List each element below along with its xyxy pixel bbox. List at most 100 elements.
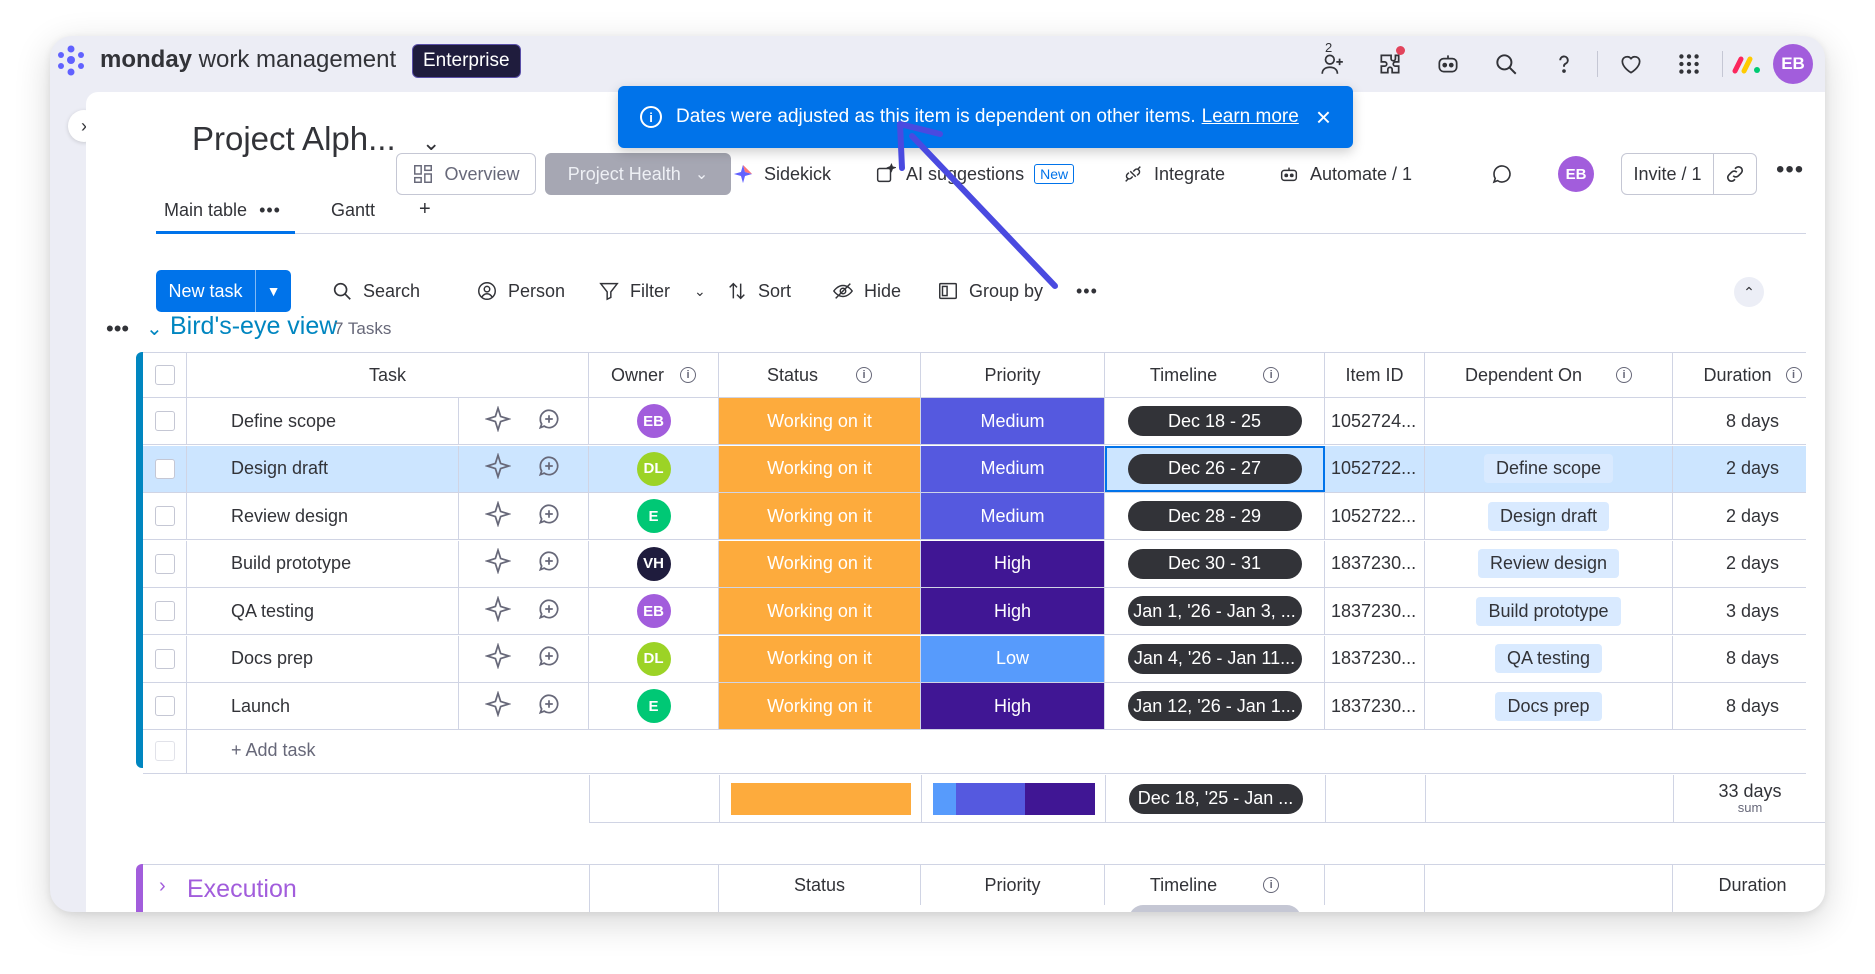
ai-sparkle-icon[interactable] [483, 642, 512, 674]
search-button[interactable]: Search [331, 270, 420, 312]
timeline-cell[interactable]: Jan 4, '26 - Jan 11... [1105, 635, 1325, 682]
add-update-icon[interactable] [536, 406, 562, 437]
comments-button[interactable] [1490, 153, 1514, 195]
column-header-dependent-on[interactable]: Dependent On i [1425, 353, 1673, 397]
row-checkbox[interactable] [154, 458, 175, 479]
chevron-right-icon[interactable]: › [159, 875, 166, 898]
status-cell[interactable]: Working on it [719, 398, 921, 444]
execution-column-status[interactable]: Status [719, 865, 921, 905]
column-header-status[interactable]: Status i [719, 353, 921, 397]
info-icon[interactable]: i [856, 367, 873, 383]
select-all-checkbox[interactable] [154, 365, 175, 385]
table-row[interactable]: Build prototype VH Working on it High De… [143, 540, 1806, 588]
group-title[interactable]: Bird's-eye view [170, 312, 337, 341]
row-checkbox[interactable] [154, 506, 175, 526]
owner-cell[interactable]: E [589, 683, 719, 729]
monday-logo-icon[interactable] [53, 43, 89, 79]
ai-sparkle-icon[interactable] [483, 499, 512, 532]
priority-cell[interactable]: Medium [921, 493, 1105, 539]
owner-cell[interactable]: EB [589, 398, 719, 444]
task-name[interactable]: Review design [187, 493, 459, 539]
priority-cell[interactable]: Low [921, 635, 1105, 682]
group-title[interactable]: Execution [187, 875, 297, 904]
close-icon[interactable]: × [1316, 102, 1331, 133]
task-name[interactable]: Design draft [187, 445, 459, 492]
table-row[interactable]: Review design E Working on it Medium Dec… [143, 493, 1806, 540]
page-title[interactable]: Project Alph... [192, 120, 396, 158]
group-by-button[interactable]: Group by [937, 270, 1043, 312]
sort-button[interactable]: Sort [726, 270, 791, 312]
row-checkbox[interactable] [154, 553, 175, 574]
column-header-priority[interactable]: Priority [921, 353, 1105, 397]
info-icon[interactable]: i [1616, 367, 1633, 383]
status-cell[interactable]: Working on it [719, 588, 921, 634]
task-name[interactable]: Build prototype [187, 540, 459, 587]
automate-button[interactable]: Automate / 1 [1278, 153, 1412, 195]
status-cell[interactable]: Working on it [719, 445, 921, 492]
column-header-owner[interactable]: Owner i [589, 353, 719, 397]
table-row[interactable]: QA testing EB Working on it High Jan 1, … [143, 588, 1806, 635]
owner-cell[interactable]: EB [589, 588, 719, 634]
dependency-pill[interactable]: Design draft [1487, 501, 1610, 531]
add-update-icon[interactable] [536, 643, 562, 674]
apps-button[interactable] [1361, 44, 1419, 84]
ai-sparkle-icon[interactable] [483, 452, 512, 484]
add-update-icon[interactable] [536, 501, 562, 532]
status-cell[interactable]: Working on it [719, 635, 921, 682]
new-task-button[interactable]: New task ▼ [156, 270, 291, 312]
sidekick-button[interactable]: Sidekick [732, 153, 831, 195]
chevron-down-icon[interactable]: ▼ [256, 283, 291, 299]
ai-sparkle-icon[interactable] [483, 594, 512, 627]
integrate-button[interactable]: Integrate [1122, 153, 1225, 195]
task-name[interactable]: QA testing [187, 588, 459, 634]
project-health-button[interactable]: Project Health ⌄ [545, 153, 731, 195]
task-name[interactable]: Launch [187, 683, 459, 729]
monday-mark-icon[interactable] [1727, 44, 1767, 84]
favorites-button[interactable] [1602, 44, 1660, 84]
ai-sparkle-icon[interactable] [483, 547, 512, 579]
owner-cell[interactable]: VH [589, 540, 719, 587]
user-avatar[interactable]: EB [1773, 44, 1813, 84]
dependent-on-cell[interactable]: Build prototype [1425, 588, 1673, 634]
owner-cell[interactable]: DL [589, 445, 719, 492]
dependent-on-cell[interactable]: QA testing [1425, 635, 1673, 682]
execution-timeline-pill[interactable] [1129, 905, 1301, 912]
person-filter-button[interactable]: Person [476, 270, 565, 312]
row-checkbox[interactable] [154, 648, 175, 669]
status-cell[interactable]: Working on it [719, 540, 921, 587]
column-header-task[interactable]: Task [187, 353, 589, 397]
dependent-on-cell[interactable]: Design draft [1425, 493, 1673, 539]
execution-column-duration[interactable]: Duration [1673, 865, 1825, 905]
dependent-on-cell[interactable]: Docs prep [1425, 683, 1673, 729]
priority-cell[interactable]: High [921, 588, 1105, 634]
column-header-duration[interactable]: Duration i [1673, 353, 1825, 397]
ai-suggestions-button[interactable]: AI suggestions New [874, 153, 1075, 195]
priority-cell[interactable]: High [921, 540, 1105, 587]
info-icon[interactable]: i [680, 367, 696, 383]
row-checkbox[interactable] [154, 411, 175, 431]
app-grid-button[interactable] [1660, 44, 1718, 84]
table-row[interactable]: Launch E Working on it High Jan 12, '26 … [143, 683, 1806, 730]
help-button[interactable] [1535, 44, 1593, 84]
dependent-on-cell[interactable] [1425, 398, 1673, 444]
invite-button[interactable]: Invite / 1 [1621, 153, 1757, 195]
summary-timeline-pill[interactable]: Dec 18, '25 - Jan ... [1128, 783, 1303, 814]
ai-sparkle-icon[interactable] [483, 404, 512, 437]
task-name[interactable]: Define scope [187, 398, 459, 444]
timeline-cell[interactable]: Dec 26 - 27 [1105, 445, 1325, 492]
column-header-item-id[interactable]: Item ID [1325, 353, 1425, 397]
priority-cell[interactable]: Medium [921, 445, 1105, 492]
execution-column-timeline[interactable]: Timeline i [1105, 865, 1325, 905]
timeline-cell[interactable]: Dec 28 - 29 [1105, 493, 1325, 539]
add-update-icon[interactable] [536, 453, 562, 484]
ai-sparkle-icon[interactable] [483, 689, 512, 722]
copy-link-button[interactable] [1714, 163, 1756, 185]
dependent-on-cell[interactable]: Review design [1425, 540, 1673, 587]
info-icon[interactable]: i [1263, 877, 1280, 893]
more-options-icon[interactable]: ••• [1776, 156, 1804, 184]
search-top-button[interactable] [1477, 44, 1535, 84]
tab-main-table[interactable]: Main table ••• [156, 200, 295, 234]
board-owner-avatar[interactable]: EB [1558, 156, 1594, 192]
add-task-input[interactable]: + Add task [187, 728, 587, 773]
dependency-pill[interactable]: QA testing [1494, 644, 1603, 673]
